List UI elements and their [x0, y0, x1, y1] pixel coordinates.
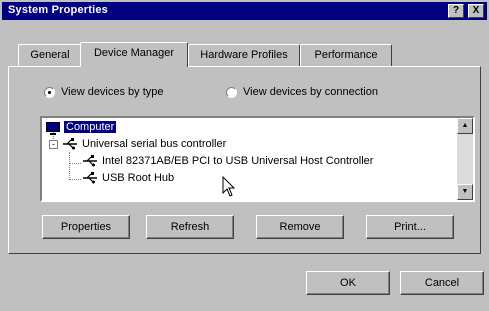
computer-icon: [46, 122, 60, 135]
tree-item-label: Universal serial bus controller: [82, 138, 227, 150]
window-title: System Properties: [8, 4, 108, 16]
view-by-type-radio[interactable]: View devices by type: [44, 86, 164, 98]
radio-unchecked-icon: [226, 86, 237, 98]
tree-item-usb-root-hub[interactable]: USB Root Hub: [82, 172, 174, 184]
usb-icon: [82, 155, 98, 167]
view-by-connection-label: View devices by connection: [243, 86, 378, 98]
view-by-type-label: View devices by type: [61, 86, 164, 98]
properties-button[interactable]: Properties: [42, 215, 130, 239]
system-properties-window: System Properties ? X General Device Man…: [0, 0, 489, 311]
tree-item-label: Computer: [64, 121, 117, 133]
tree-item-label: USB Root Hub: [102, 172, 175, 184]
tab-performance[interactable]: Performance: [300, 44, 392, 66]
device-tree[interactable]: Computer - Universal serial bus controll…: [40, 116, 475, 202]
tree-connector: [69, 152, 70, 180]
scroll-up-button[interactable]: ▲: [457, 118, 473, 134]
tree-item-computer[interactable]: Computer: [46, 121, 117, 135]
radio-checked-icon: [44, 86, 55, 98]
remove-button[interactable]: Remove: [256, 215, 344, 239]
tab-hardware-profiles[interactable]: Hardware Profiles: [188, 44, 300, 66]
tree-item-usb-controller[interactable]: - Universal serial bus controller: [49, 138, 226, 150]
print-button[interactable]: Print...: [366, 215, 454, 239]
tree-scrollbar[interactable]: ▲ ▼: [457, 118, 473, 200]
tab-general[interactable]: General: [18, 44, 82, 66]
close-button[interactable]: X: [468, 4, 484, 18]
tree-item-label: Intel 82371AB/EB PCI to USB Universal Ho…: [102, 155, 374, 167]
mouse-cursor-icon: [222, 176, 236, 197]
help-button[interactable]: ?: [448, 4, 464, 18]
title-bar[interactable]: System Properties ? X: [2, 2, 487, 20]
ok-button[interactable]: OK: [306, 271, 390, 295]
scroll-down-button[interactable]: ▼: [457, 184, 473, 200]
usb-icon: [82, 172, 98, 184]
tree-item-intel-usb-host[interactable]: Intel 82371AB/EB PCI to USB Universal Ho…: [82, 155, 373, 167]
cancel-button[interactable]: Cancel: [400, 271, 484, 295]
tree-connector: [69, 163, 81, 164]
collapse-icon[interactable]: -: [49, 139, 58, 149]
tree-connector: [69, 179, 81, 180]
tab-device-manager[interactable]: Device Manager: [80, 42, 188, 67]
view-by-connection-radio[interactable]: View devices by connection: [226, 86, 378, 98]
refresh-button[interactable]: Refresh: [146, 215, 234, 239]
usb-icon: [62, 138, 78, 150]
